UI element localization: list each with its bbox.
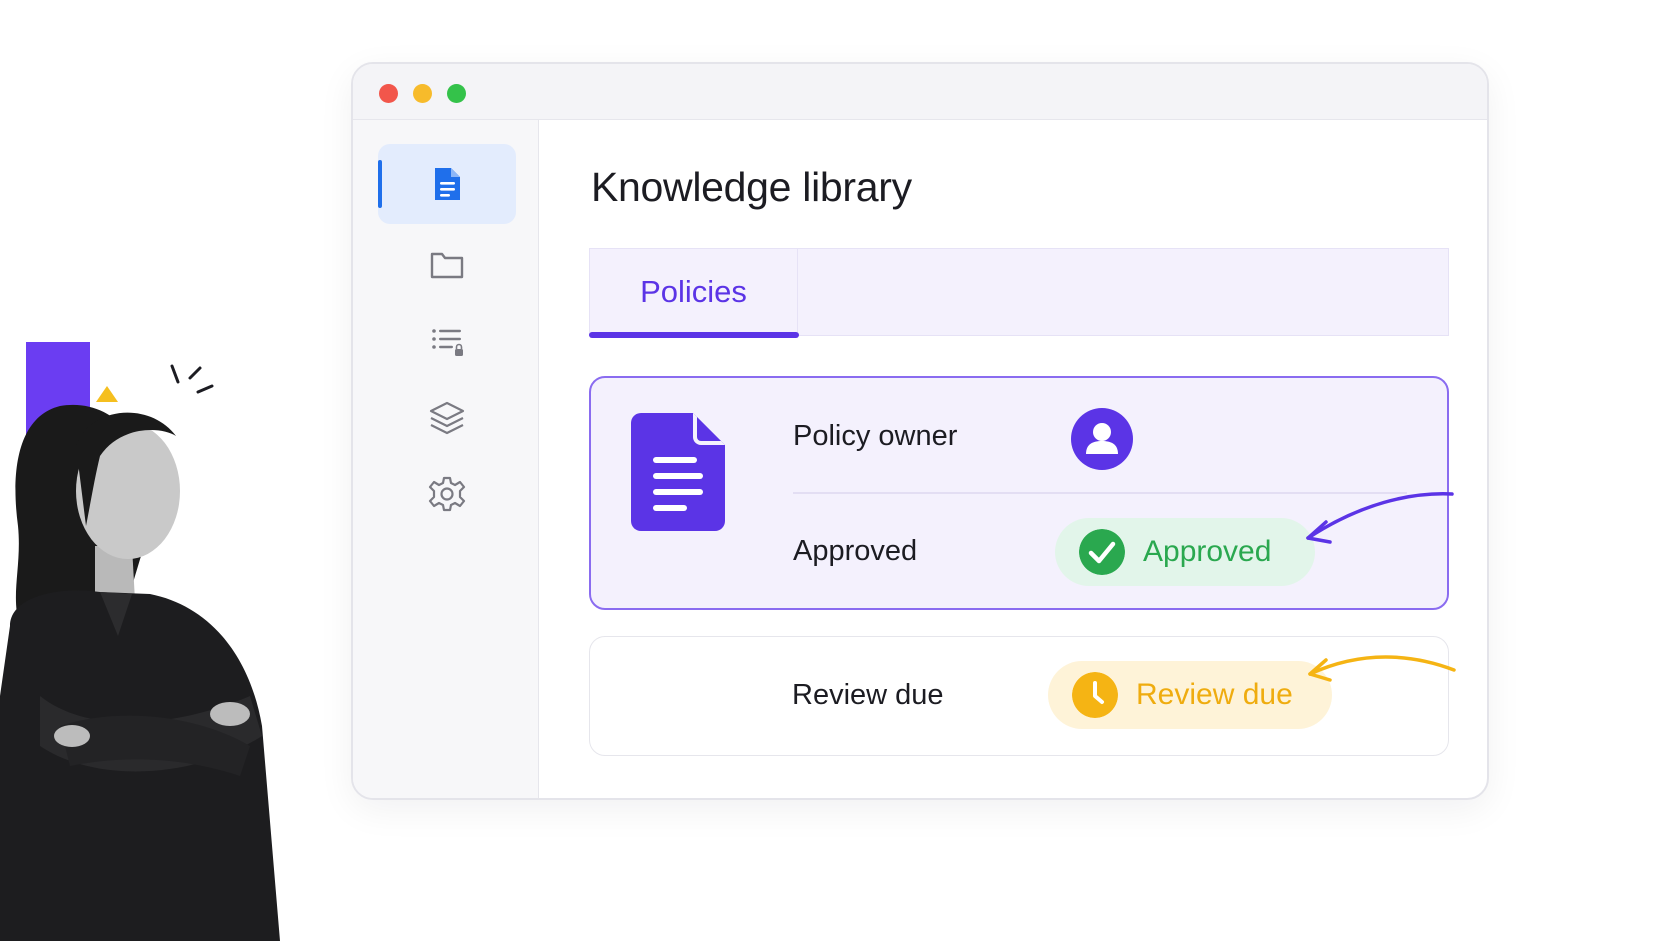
user-avatar-icon: [1086, 423, 1118, 454]
approval-status-label: Approved: [793, 535, 918, 567]
checklist-icon: [432, 329, 463, 356]
sidebar: [353, 120, 539, 798]
document-icon: [435, 168, 460, 200]
page-title: Knowledge library: [591, 164, 912, 210]
minimize-window-button[interactable]: [413, 84, 432, 103]
clock-icon: [1072, 672, 1118, 718]
yellow-arrow-decoration: [1308, 655, 1456, 682]
policy-owner-avatar[interactable]: [1071, 408, 1133, 470]
check-circle-icon: [1079, 529, 1125, 575]
gear-icon: [428, 476, 466, 512]
folder-icon: [430, 252, 464, 279]
tab-active-indicator: [589, 332, 799, 338]
app-window: Knowledge library Policies Policy owner: [351, 62, 1489, 800]
sidebar-item-layers[interactable]: [378, 378, 516, 458]
purple-arrow-decoration: [1306, 492, 1454, 544]
tab-label: Policies: [640, 274, 747, 309]
review-due-badge[interactable]: Review due: [1048, 661, 1332, 729]
review-due-label: Review due: [792, 679, 944, 711]
sidebar-item-checklists[interactable]: [378, 302, 516, 382]
document-icon: [631, 413, 725, 531]
approved-badge-text: Approved: [1143, 535, 1272, 568]
main-content: Knowledge library Policies Policy owner: [539, 120, 1487, 798]
tab-policies[interactable]: Policies: [589, 249, 799, 338]
window-titlebar: [353, 64, 1487, 120]
maximize-window-button[interactable]: [447, 84, 466, 103]
policy-owner-label: Policy owner: [793, 420, 958, 452]
review-badge-text: Review due: [1136, 678, 1293, 711]
person-photo: [0, 404, 280, 941]
sidebar-item-folders[interactable]: [378, 224, 516, 304]
sidebar-item-settings[interactable]: [378, 454, 516, 534]
approved-status-badge[interactable]: Approved: [1055, 518, 1315, 586]
sidebar-item-documents[interactable]: [378, 144, 516, 224]
tab-bar: Policies: [589, 248, 1449, 338]
layers-icon: [429, 401, 465, 435]
close-window-button[interactable]: [379, 84, 398, 103]
